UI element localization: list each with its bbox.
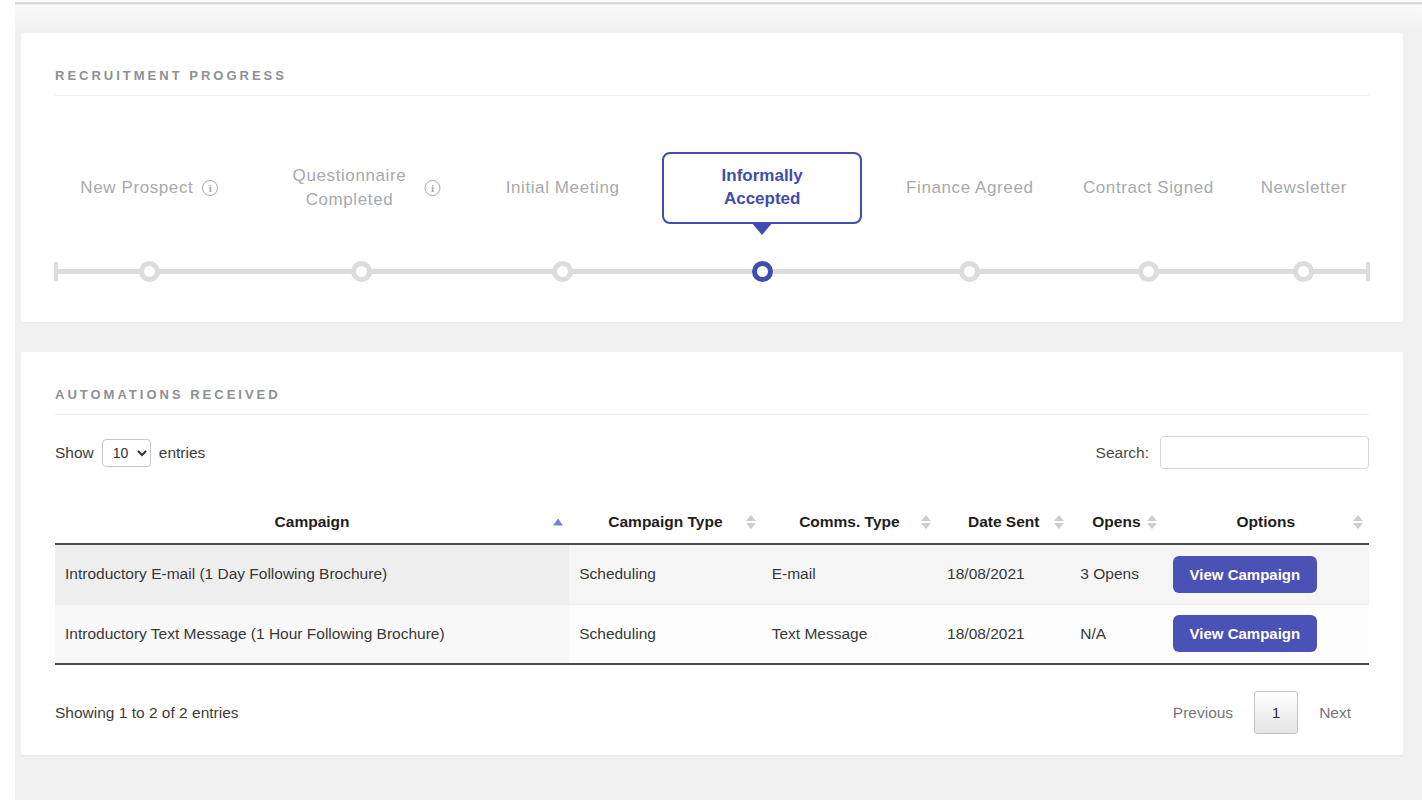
recruitment-progress-title: RECRUITMENT PROGRESS	[21, 33, 1403, 83]
cell-comms-type: Text Message	[762, 604, 937, 664]
automations-received-title: AUTOMATIONS RECEIVED	[21, 352, 1403, 402]
sort-both-icon	[921, 515, 931, 529]
step-dot-initial-meeting[interactable]	[552, 261, 573, 282]
step-informally-accepted[interactable]: Informally Accepted	[662, 135, 862, 241]
step-dot-contract-signed[interactable]	[1138, 261, 1159, 282]
step-label: Newsletter	[1261, 178, 1347, 198]
column-header-options[interactable]: Options	[1163, 501, 1369, 544]
previous-button[interactable]: Previous	[1173, 704, 1233, 722]
step-dot-questionnaire-completed[interactable]	[351, 261, 372, 282]
cell-date-sent: 18/08/2021	[937, 604, 1070, 664]
view-campaign-button[interactable]: View Campaign	[1173, 615, 1318, 652]
table-controls: Show 10 entries Search:	[55, 436, 1369, 469]
cell-campaign: Introductory Text Message (1 Hour Follow…	[55, 604, 569, 664]
step-label: Initial Meeting	[506, 178, 620, 198]
pagination: Previous 1 Next	[1173, 691, 1369, 734]
cell-comms-type: E-mail	[762, 544, 937, 604]
view-campaign-button[interactable]: View Campaign	[1173, 556, 1318, 593]
step-contract-signed: Contract Signed	[1083, 135, 1214, 241]
cell-opens: 3 Opens	[1070, 544, 1162, 604]
cell-campaign-type: Scheduling	[569, 604, 762, 664]
step-initial-meeting: Initial Meeting	[506, 135, 620, 241]
cell-opens: N/A	[1070, 604, 1162, 664]
column-header-opens[interactable]: Opens	[1070, 501, 1162, 544]
step-dot-new-prospect[interactable]	[139, 261, 160, 282]
recruitment-stepper: New Prospect i Questionnaire Completed i…	[55, 96, 1369, 291]
step-dot-finance-agreed[interactable]	[959, 261, 980, 282]
page-number-button[interactable]: 1	[1254, 691, 1298, 734]
show-label: Show	[55, 444, 94, 462]
sort-both-icon	[1147, 515, 1157, 529]
cell-campaign-type: Scheduling	[569, 544, 762, 604]
cell-campaign: Introductory E-mail (1 Day Following Bro…	[55, 544, 569, 604]
page-size-control: Show 10 entries	[55, 439, 205, 467]
step-label: Informally Accepted	[707, 165, 817, 211]
step-label: Questionnaire Completed	[283, 164, 415, 212]
column-header-campaign-type[interactable]: Campaign Type	[569, 501, 762, 544]
table-footer: Showing 1 to 2 of 2 entries Previous 1 N…	[55, 691, 1369, 734]
entries-summary: Showing 1 to 2 of 2 entries	[55, 704, 239, 722]
cell-options: View Campaign	[1163, 604, 1369, 664]
search-input[interactable]	[1160, 436, 1369, 469]
progress-track	[55, 269, 1369, 274]
step-newsletter: Newsletter	[1261, 135, 1347, 241]
table-row: Introductory E-mail (1 Day Following Bro…	[55, 544, 1369, 604]
info-icon[interactable]: i	[202, 180, 218, 196]
sort-asc-icon	[553, 519, 563, 526]
track-end-tick	[1366, 262, 1370, 281]
step-label: Contract Signed	[1083, 178, 1214, 198]
step-dot-newsletter[interactable]	[1293, 261, 1314, 282]
recruitment-progress-card: RECRUITMENT PROGRESS New Prospect i Ques…	[21, 33, 1403, 322]
column-header-date-sent[interactable]: Date Sent	[937, 501, 1070, 544]
sort-both-icon	[1353, 515, 1363, 529]
sort-both-icon	[1054, 515, 1064, 529]
automations-received-card: AUTOMATIONS RECEIVED Show 10 entries Sea…	[21, 352, 1403, 755]
page-background: RECRUITMENT PROGRESS New Prospect i Ques…	[15, 0, 1422, 800]
divider	[55, 414, 1369, 415]
info-icon[interactable]: i	[424, 180, 440, 196]
step-new-prospect: New Prospect i	[80, 135, 218, 241]
track-start-tick	[54, 262, 58, 281]
step-questionnaire-completed: Questionnaire Completed i	[283, 135, 440, 241]
next-button[interactable]: Next	[1319, 704, 1351, 722]
cell-options: View Campaign	[1163, 544, 1369, 604]
current-step-box: Informally Accepted	[662, 152, 862, 224]
column-header-comms-type[interactable]: Comms. Type	[762, 501, 937, 544]
search-control: Search:	[1096, 436, 1369, 469]
cell-date-sent: 18/08/2021	[937, 544, 1070, 604]
table-header-row: Campaign Campaign Type Comms. Type Date …	[55, 501, 1369, 544]
step-finance-agreed: Finance Agreed	[906, 135, 1033, 241]
step-label: New Prospect	[80, 178, 193, 198]
column-header-campaign[interactable]: Campaign	[55, 501, 569, 544]
step-dot-informally-accepted[interactable]	[752, 261, 773, 282]
automations-table: Campaign Campaign Type Comms. Type Date …	[55, 501, 1369, 665]
sort-both-icon	[746, 515, 756, 529]
table-row: Introductory Text Message (1 Hour Follow…	[55, 604, 1369, 664]
search-label: Search:	[1096, 444, 1149, 462]
entries-label: entries	[159, 444, 206, 462]
step-label: Finance Agreed	[906, 178, 1033, 198]
page-size-select[interactable]: 10	[102, 439, 151, 467]
